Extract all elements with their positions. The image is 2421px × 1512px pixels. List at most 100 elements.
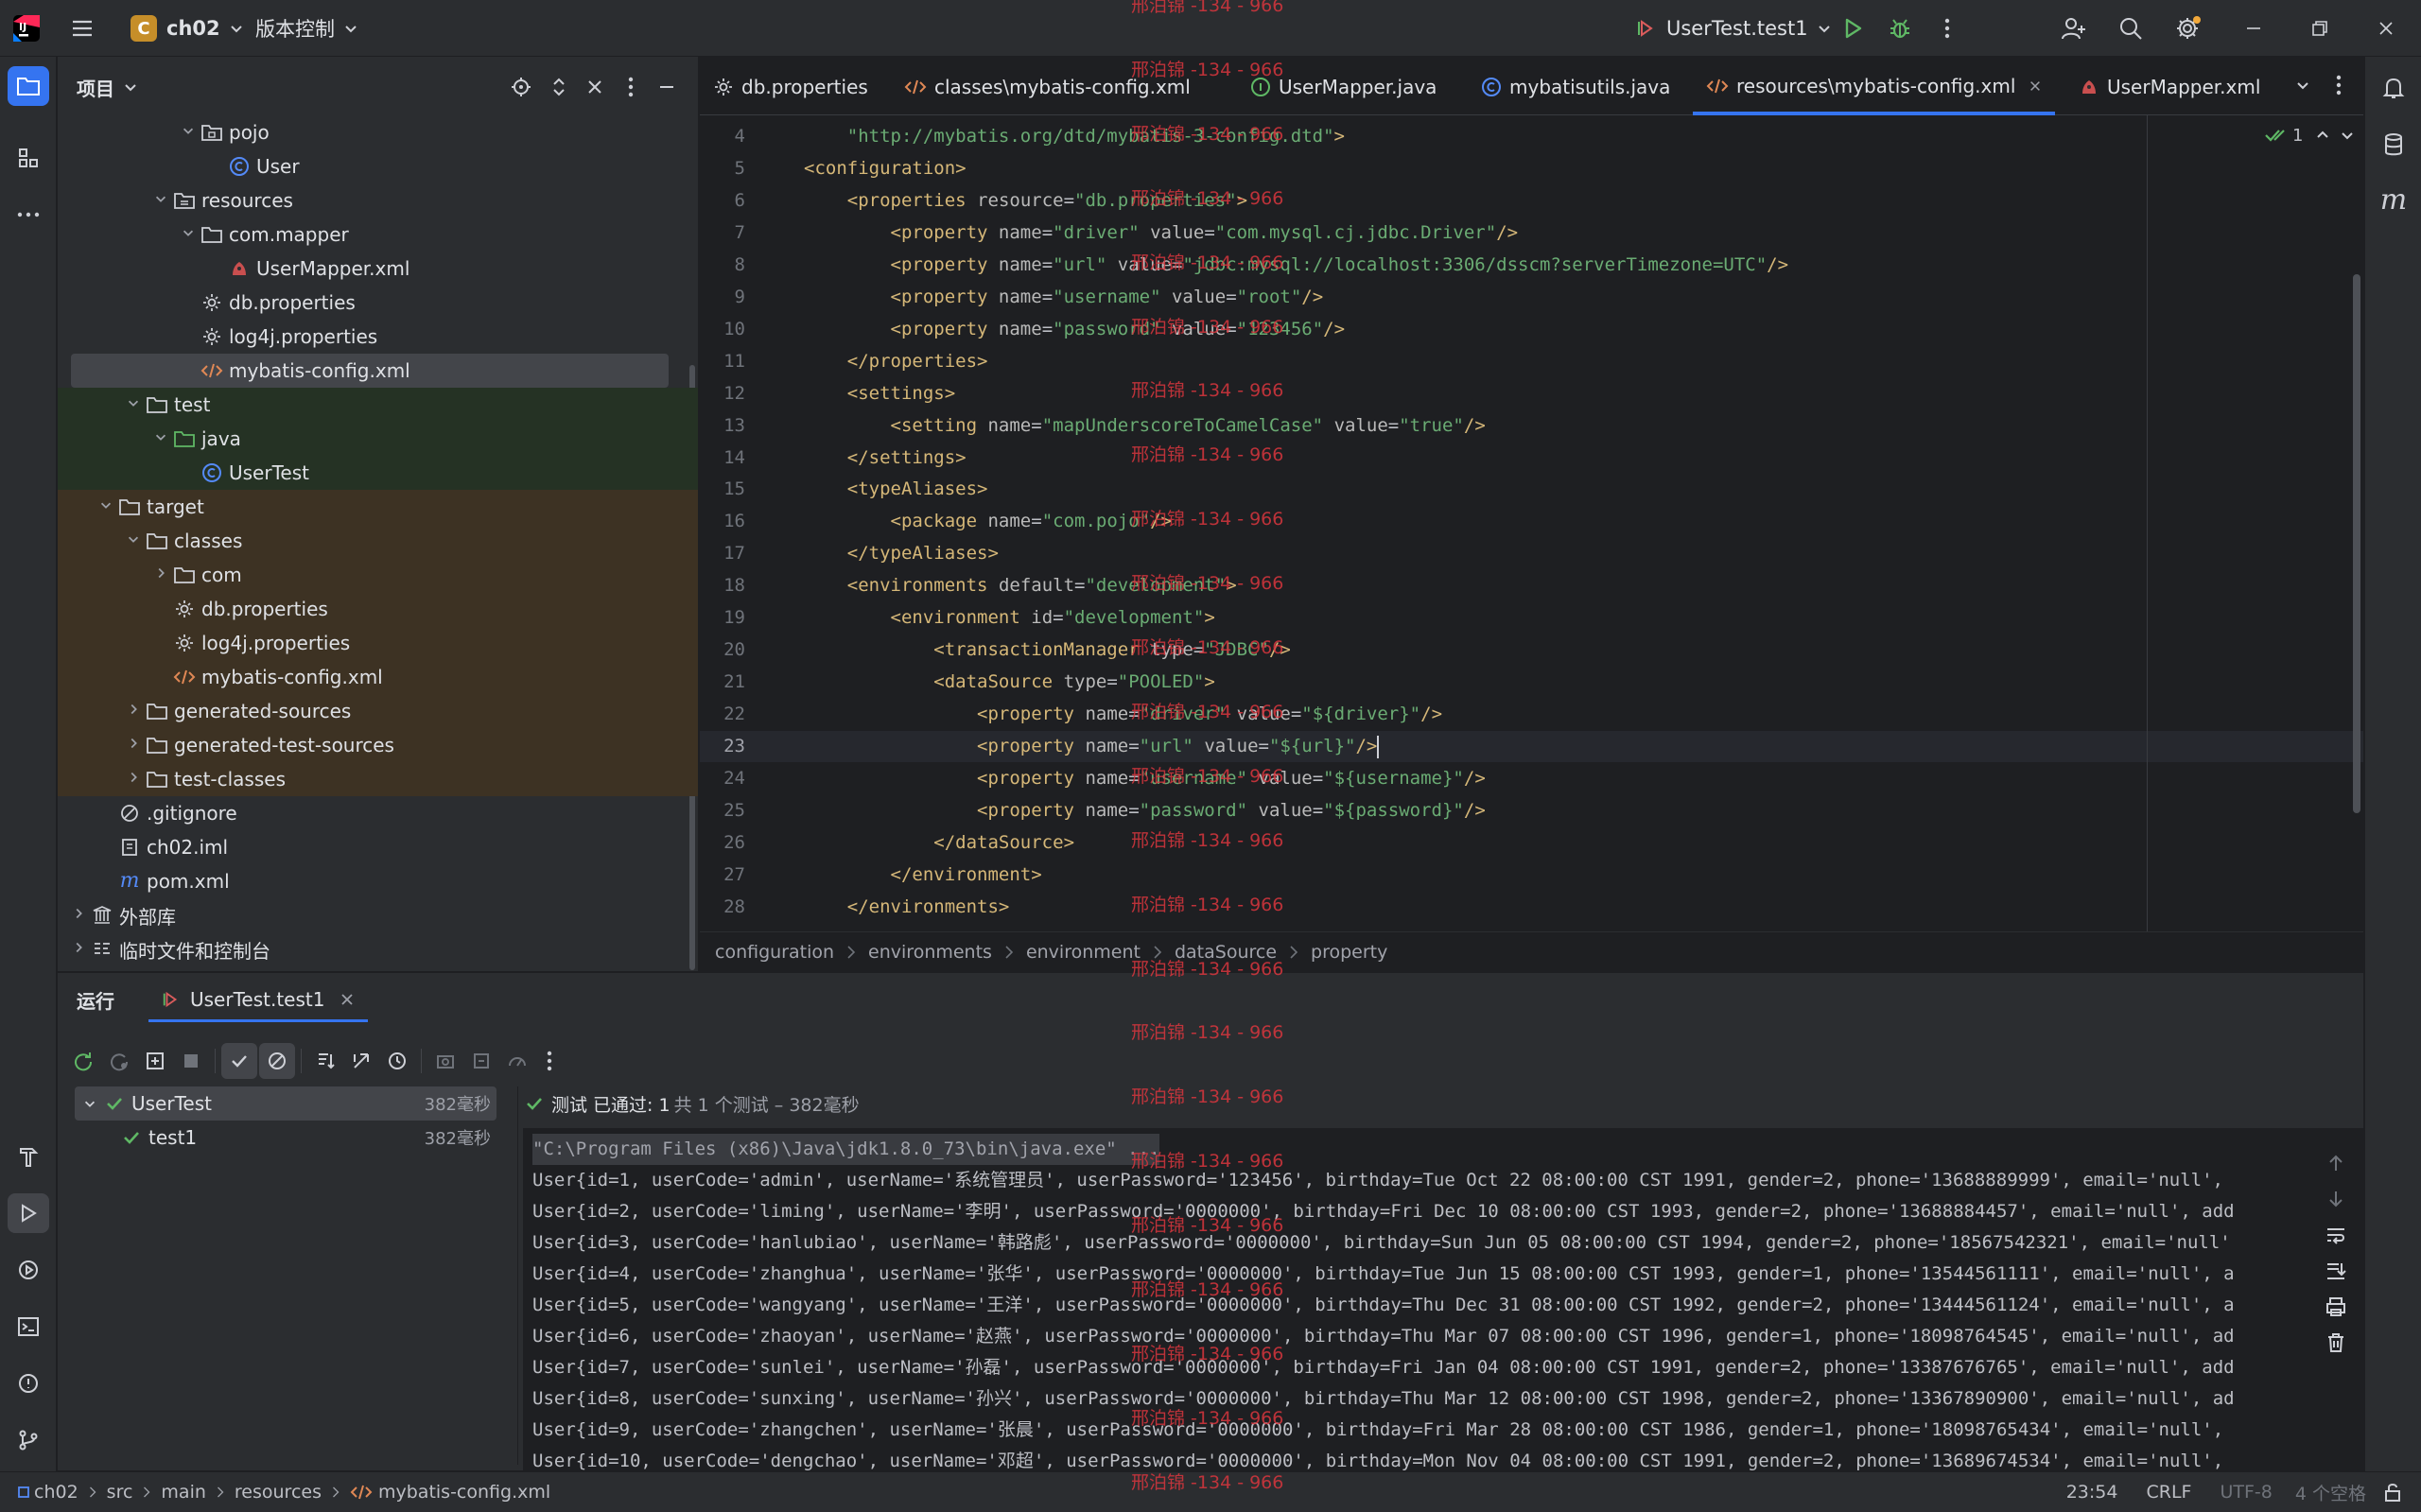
locate-file-icon[interactable] (508, 74, 534, 100)
restore-window-icon[interactable] (2304, 13, 2336, 43)
code-line[interactable]: 13 <setting name="mapUnderscoreToCamelCa… (700, 410, 2363, 442)
code-line[interactable]: 18 <environments default="development"> (700, 570, 2363, 601)
tree-item[interactable]: pojo (58, 115, 698, 149)
sort-duration-icon[interactable] (343, 1043, 379, 1079)
caret-position[interactable]: 23:54 (2066, 1482, 2118, 1503)
export-tests-icon[interactable] (463, 1043, 499, 1079)
code-line[interactable]: 9 <property name="username" value="root"… (700, 282, 2363, 313)
expand-all-icon[interactable] (546, 74, 572, 100)
code-line[interactable]: 28 </environments> (700, 892, 2363, 923)
tree-item[interactable]: log4j.properties (58, 626, 698, 660)
tree-item[interactable]: db.properties (58, 286, 698, 320)
editor-options-icon[interactable] (2326, 72, 2351, 98)
test-history-icon[interactable] (379, 1043, 415, 1079)
main-menu-icon[interactable] (68, 15, 96, 42)
tree-item[interactable]: test-classes (58, 762, 698, 796)
minimize-window-icon[interactable] (2238, 13, 2270, 43)
debug-button[interactable] (1884, 13, 1916, 43)
search-icon[interactable] (2115, 13, 2147, 43)
line-separator[interactable]: CRLF (2146, 1482, 2191, 1503)
chevron-right-icon[interactable] (68, 906, 89, 925)
run-tab-usertest[interactable]: UserTest.test1 (148, 979, 369, 1022)
tree-item[interactable]: UserTest (58, 456, 698, 490)
tree-item[interactable]: log4j.properties (58, 320, 698, 354)
project-switcher[interactable]: C ch02 (117, 9, 258, 48)
tree-item[interactable]: resources (58, 183, 698, 217)
code-view[interactable]: 4 "http://mybatis.org/dtd/mybatis-3-conf… (700, 115, 2363, 971)
structure-tool-icon[interactable] (8, 138, 49, 178)
editor-tab[interactable]: UserMapper.xml (2065, 61, 2273, 113)
editor-scrollbar[interactable] (2353, 274, 2360, 813)
chevron-right-icon[interactable] (123, 702, 144, 721)
panel-options-icon[interactable] (618, 74, 644, 100)
inspection-widget[interactable]: 1 (2264, 123, 2356, 148)
tree-item[interactable]: target (58, 490, 698, 524)
code-line[interactable]: 20 <transactionManager type="JDBC"/> (700, 634, 2363, 666)
intellij-logo-icon[interactable]: IJ (11, 13, 42, 43)
git-tool-icon[interactable] (8, 1420, 49, 1460)
vcs-menu[interactable]: 版本控制 (242, 9, 373, 48)
code-line[interactable]: 6 <properties resource="db.properties"> (700, 185, 2363, 217)
notifications-bell-icon[interactable] (2373, 68, 2414, 108)
status-path-item[interactable]: ch02 (34, 1482, 78, 1503)
scroll-up-icon[interactable] (2322, 1149, 2350, 1177)
add-user-icon[interactable] (2058, 13, 2090, 43)
tree-item[interactable]: com.mapper (58, 217, 698, 252)
tree-item[interactable]: ch02.iml (58, 830, 698, 864)
soft-wrap-icon[interactable] (2322, 1221, 2350, 1249)
editor-tab[interactable]: classes\mybatis-config.xml (891, 61, 1204, 113)
chevron-down-icon[interactable] (2339, 127, 2356, 144)
more-actions-icon[interactable] (1933, 13, 1961, 43)
code-line[interactable]: 16 <package name="com.pojo"/> (700, 506, 2363, 537)
run-config-selector[interactable]: UserTest.test1 (1623, 9, 1846, 48)
project-tool-icon[interactable] (8, 66, 49, 106)
tree-item[interactable]: .gitignore (58, 796, 698, 830)
more-tools-icon[interactable] (8, 195, 49, 235)
tree-item[interactable]: UserMapper.xml (58, 252, 698, 286)
status-path-item[interactable]: resources (235, 1482, 322, 1503)
chevron-up-icon[interactable] (2314, 127, 2331, 144)
chevron-right-icon[interactable] (150, 565, 171, 584)
code-line[interactable]: 17 </typeAliases> (700, 538, 2363, 569)
collapse-all-icon[interactable] (582, 74, 608, 100)
coverage-icon[interactable] (499, 1043, 535, 1079)
tree-item[interactable]: java (58, 422, 698, 456)
show-ignored-icon[interactable] (259, 1043, 295, 1079)
chevron-down-icon[interactable] (150, 191, 171, 210)
editor-tab[interactable]: resources\mybatis-config.xml (1693, 61, 2056, 115)
show-passed-icon[interactable] (221, 1043, 257, 1079)
code-line[interactable]: 25 <property name="password" value="${pa… (700, 795, 2363, 826)
editor-tab[interactable]: UserMapper.java (1237, 61, 1450, 113)
breadcrumb-item[interactable]: property (1311, 942, 1387, 963)
tree-item[interactable]: generated-sources (58, 694, 698, 728)
chevron-down-icon[interactable] (123, 531, 144, 550)
breadcrumb-item[interactable]: dataSource (1175, 942, 1277, 963)
tree-item[interactable]: mybatis-config.xml (58, 660, 698, 694)
clear-console-trash-icon[interactable] (2322, 1329, 2350, 1357)
services-tool-icon[interactable] (8, 1250, 49, 1290)
code-line[interactable]: 21 <dataSource type="POOLED"> (700, 667, 2363, 698)
code-line[interactable]: 27 </environment> (700, 860, 2363, 891)
project-panel-header[interactable]: 项目 (77, 70, 139, 104)
toggle-auto-test-icon[interactable] (137, 1043, 173, 1079)
database-icon[interactable] (2373, 125, 2414, 165)
run-tool-icon[interactable] (8, 1193, 49, 1233)
rerun-failed-icon[interactable] (101, 1043, 137, 1079)
hide-panel-icon[interactable] (653, 74, 680, 100)
code-line[interactable]: 14 </settings> (700, 443, 2363, 474)
code-line[interactable]: 15 <typeAliases> (700, 474, 2363, 505)
chevron-down-icon[interactable] (178, 123, 199, 142)
tree-item[interactable]: mybatis-config.xml (71, 354, 669, 388)
test-row-test1[interactable]: test1 382毫秒 (75, 1121, 496, 1155)
run-button[interactable] (1837, 13, 1869, 43)
close-tab-icon[interactable] (2029, 79, 2042, 93)
tree-item[interactable]: db.properties (58, 592, 698, 626)
status-path-item[interactable]: src (107, 1482, 133, 1503)
test-row-usertest[interactable]: UserTest 382毫秒 (75, 1086, 496, 1121)
code-line[interactable]: 8 <property name="url" value="jdbc:mysql… (700, 250, 2363, 281)
chevron-right-icon[interactable] (123, 770, 144, 789)
close-tab-icon[interactable] (340, 992, 355, 1007)
tree-item[interactable]: generated-test-sources (58, 728, 698, 762)
status-path-item[interactable]: main (161, 1482, 205, 1503)
scroll-to-end-icon[interactable] (2322, 1257, 2350, 1285)
